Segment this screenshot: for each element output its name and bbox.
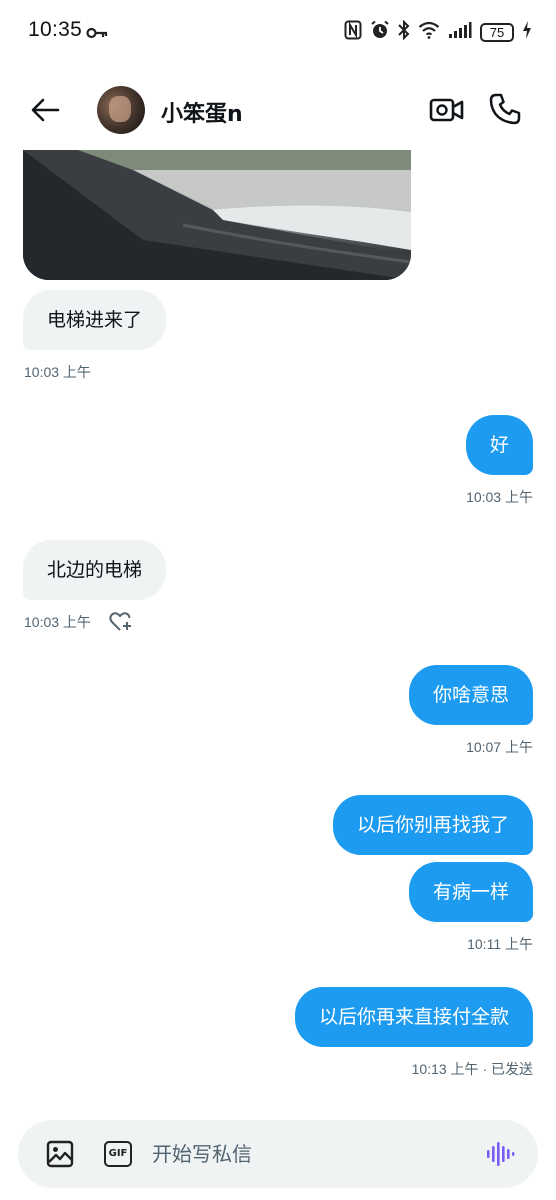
incoming-message-bubble[interactable]: 北边的电梯: [23, 540, 167, 600]
nfc-icon: [344, 20, 362, 44]
video-call-button[interactable]: [429, 94, 465, 126]
key-icon: [86, 24, 108, 43]
alarm-icon: [370, 20, 390, 44]
message-timestamp: 10:03 上午: [466, 489, 533, 505]
message-timestamp: 10:07 上午: [466, 739, 533, 755]
outgoing-message-bubble[interactable]: 有病一样: [408, 862, 533, 922]
wifi-icon: [418, 21, 440, 43]
incoming-message-bubble[interactable]: 电梯进来了: [23, 290, 167, 350]
outgoing-message-bubble[interactable]: 你啥意思: [408, 665, 533, 725]
phone-call-button[interactable]: [488, 92, 522, 126]
status-bar: 10:35 75: [0, 0, 556, 64]
video-call-icon: [429, 98, 464, 122]
charging-icon: [522, 20, 532, 44]
message-list[interactable]: 电梯进来了 10:03 上午好 10:03 上午 北边的电梯 10:03 上午 你啥意思 1…: [0, 150, 556, 1110]
outgoing-message-bubble[interactable]: 以后你别再找我了: [332, 795, 533, 855]
voice-message-icon: [487, 1142, 515, 1166]
car-dashboard-photo: [23, 150, 411, 280]
voice-message-button[interactable]: [484, 1138, 516, 1170]
media-message-image[interactable]: [23, 150, 411, 280]
like-add-icon[interactable]: [108, 609, 134, 633]
conversation-header: 小笨蛋n: [0, 64, 556, 150]
battery-indicator: 75: [480, 22, 514, 42]
message-timestamp: 10:03 上午: [24, 364, 91, 380]
image-icon: [46, 1140, 74, 1168]
message-composer: GIF: [18, 1120, 538, 1188]
message-timestamp: 10:13 上午 · 已发送: [411, 1061, 533, 1077]
contact-name[interactable]: 小笨蛋n: [161, 96, 243, 128]
message-timestamp: 10:11 上午: [467, 936, 533, 952]
back-arrow-icon: [31, 98, 60, 122]
status-icons: 75: [344, 19, 532, 44]
avatar[interactable]: [97, 86, 145, 134]
outgoing-message-bubble[interactable]: 好: [465, 415, 533, 475]
status-time: 10:35: [28, 18, 83, 41]
bluetooth-icon: [398, 19, 410, 44]
message-timestamp: 10:03 上午: [24, 614, 91, 630]
add-image-button[interactable]: [46, 1140, 74, 1168]
back-button[interactable]: [28, 93, 62, 127]
outgoing-message-bubble[interactable]: 以后你再来直接付全款: [294, 987, 533, 1047]
phone-icon: [489, 93, 521, 125]
gif-button[interactable]: GIF: [104, 1141, 132, 1167]
message-input[interactable]: [152, 1138, 462, 1170]
signal-icon: [448, 21, 472, 43]
